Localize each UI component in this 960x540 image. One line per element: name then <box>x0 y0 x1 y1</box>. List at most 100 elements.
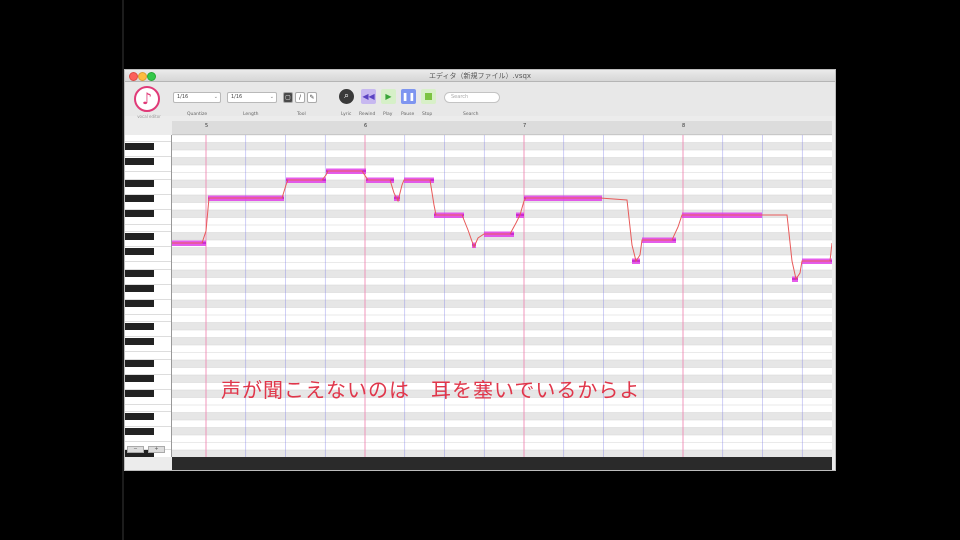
quantize-label: Quantize <box>187 112 208 117</box>
zoom-controls: − + <box>127 446 169 454</box>
grid-row <box>172 240 832 248</box>
chevron-down-icon: ⌄ <box>213 94 218 100</box>
grid-row <box>172 217 832 225</box>
piano-white-key[interactable] <box>125 435 171 442</box>
pencil-tool-button[interactable]: ✎ <box>307 92 317 103</box>
pause-icon[interactable]: ❚❚ <box>401 89 416 104</box>
grid-row <box>172 172 832 180</box>
piano-black-key[interactable] <box>125 270 154 277</box>
piano-white-key[interactable] <box>125 398 171 405</box>
grid-row <box>172 307 832 315</box>
piano-black-key[interactable] <box>125 232 154 240</box>
grid-row <box>172 247 832 255</box>
piano-white-key[interactable] <box>125 308 171 315</box>
grid-row <box>172 157 832 165</box>
grid-row <box>172 450 832 457</box>
piano-white-key[interactable] <box>125 263 171 270</box>
timeline-ruler[interactable]: 5 6 7 8 <box>172 121 832 135</box>
grid-row <box>172 420 832 428</box>
lyric-label: Lyric <box>341 112 352 117</box>
length-select[interactable]: 1/16 ⌄ <box>227 92 277 103</box>
bar-number: 6 <box>364 123 368 129</box>
stop-icon[interactable] <box>421 89 436 104</box>
chevron-down-icon: ⌄ <box>269 94 274 100</box>
quantize-value: 1/16 <box>177 94 189 100</box>
piano-white-key[interactable] <box>125 135 171 142</box>
grid-row <box>172 345 832 353</box>
grid-row <box>172 412 832 420</box>
grid-row <box>172 270 832 278</box>
piano-black-key[interactable] <box>125 360 154 367</box>
grid-row <box>172 315 832 323</box>
piano-black-key[interactable] <box>125 322 154 330</box>
magnifier-icon[interactable]: ⌕ <box>339 89 354 104</box>
piano-black-key[interactable] <box>125 285 154 292</box>
select-tool-button[interactable]: ▢ <box>283 92 293 103</box>
piano-white-key[interactable] <box>125 240 171 247</box>
piano-white-key[interactable] <box>125 218 171 225</box>
piano-white-key[interactable] <box>125 353 171 360</box>
piano-white-key[interactable] <box>125 150 171 157</box>
length-value: 1/16 <box>231 94 243 100</box>
line-tool-button[interactable]: / <box>295 92 305 103</box>
zoom-in-button[interactable]: + <box>148 446 165 453</box>
piano-black-key[interactable] <box>125 390 154 397</box>
piano-white-key[interactable] <box>125 405 171 412</box>
piano-black-key[interactable] <box>125 142 154 150</box>
stop-label: Stop <box>422 112 433 117</box>
piano-black-key[interactable] <box>125 375 154 382</box>
grid-row <box>172 277 832 285</box>
piano-black-key[interactable] <box>125 337 154 345</box>
length-label: Length <box>243 112 259 117</box>
toolbar-labels: Quantize Length Tool Lyric Rewind Play P… <box>125 112 835 120</box>
grid-row <box>172 352 832 360</box>
bar-number: 5 <box>205 123 209 129</box>
piano-white-key[interactable] <box>125 383 171 390</box>
play-icon[interactable]: ▶ <box>381 89 396 104</box>
toolbar: ♪ vocal editor 1/16 ⌄ 1/16 ⌄ ▢ / ✎ ⌕ ◀◀ … <box>125 82 835 119</box>
grid-row <box>172 427 832 435</box>
grid-row <box>172 165 832 173</box>
bar-number: 7 <box>523 123 527 129</box>
piano-white-key[interactable] <box>125 278 171 285</box>
piano-white-key[interactable] <box>125 330 171 337</box>
piano-black-key[interactable] <box>125 180 154 187</box>
grid-row <box>172 262 832 270</box>
piano-roll-grid[interactable] <box>172 135 832 457</box>
bar-number: 8 <box>682 123 686 129</box>
grid-row <box>172 135 832 143</box>
grid-row <box>172 150 832 158</box>
rewind-icon[interactable]: ◀◀ <box>361 89 376 104</box>
piano-black-key[interactable] <box>125 195 154 202</box>
piano-white-key[interactable] <box>125 203 171 210</box>
piano-white-key[interactable] <box>125 345 171 352</box>
grid-row <box>172 202 832 210</box>
piano-keyboard[interactable] <box>125 135 172 457</box>
piano-white-key[interactable] <box>125 165 171 172</box>
grid-row <box>172 405 832 413</box>
piano-white-key[interactable] <box>125 188 171 195</box>
horizontal-scrollbar[interactable] <box>172 457 832 470</box>
piano-black-key[interactable] <box>125 427 154 435</box>
piano-black-key[interactable] <box>125 247 154 255</box>
grid-row <box>172 142 832 150</box>
piano-white-key[interactable] <box>125 293 171 300</box>
piano-black-key[interactable] <box>125 412 154 420</box>
piano-black-key[interactable] <box>125 157 154 165</box>
piano-black-key[interactable] <box>125 300 154 307</box>
grid-row <box>172 322 832 330</box>
piano-white-key[interactable] <box>125 225 171 232</box>
piano-white-key[interactable] <box>125 368 171 375</box>
tool-label: Tool <box>297 112 306 117</box>
zoom-out-button[interactable]: − <box>127 446 144 453</box>
grid-row <box>172 435 832 443</box>
search-label: Search <box>463 112 479 117</box>
piano-white-key[interactable] <box>125 315 171 322</box>
piano-black-key[interactable] <box>125 210 154 217</box>
piano-white-key[interactable] <box>125 255 171 262</box>
piano-white-key[interactable] <box>125 420 171 427</box>
piano-white-key[interactable] <box>125 173 171 180</box>
search-input[interactable]: Search <box>444 92 500 103</box>
quantize-select[interactable]: 1/16 ⌄ <box>173 92 221 103</box>
play-label: Play <box>383 112 393 117</box>
